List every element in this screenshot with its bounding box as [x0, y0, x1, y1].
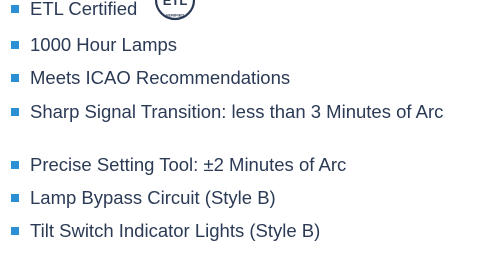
feature-label: Tilt Switch Indicator Lights (Style B): [30, 220, 321, 241]
feature-label: Meets ICAO Recommendations: [30, 67, 291, 88]
feature-label: ETL Certified: [30, 0, 138, 19]
feature-label: 1000 Hour Lamps: [30, 34, 178, 55]
feature-label: Sharp Signal Transition: less than 3 Min…: [30, 101, 444, 122]
bullet-icon: [11, 194, 19, 202]
bullet-icon: [11, 41, 19, 49]
feature-label: Lamp Bypass Circuit (Style B): [30, 187, 276, 208]
bullet-icon: [11, 74, 19, 82]
bullet-icon: [11, 161, 19, 169]
bullet-icon: [11, 227, 19, 235]
etl-logo-text: ETL: [163, 0, 188, 8]
feature-label: Precise Setting Tool: ±2 Minutes of Arc: [30, 154, 347, 175]
bullet-icon: [11, 108, 19, 116]
etl-logo-subtext: VERIFIED: [166, 13, 185, 18]
etl-logo-icon: ETL VERIFIED: [154, 0, 196, 21]
bullet-icon: [11, 5, 19, 13]
